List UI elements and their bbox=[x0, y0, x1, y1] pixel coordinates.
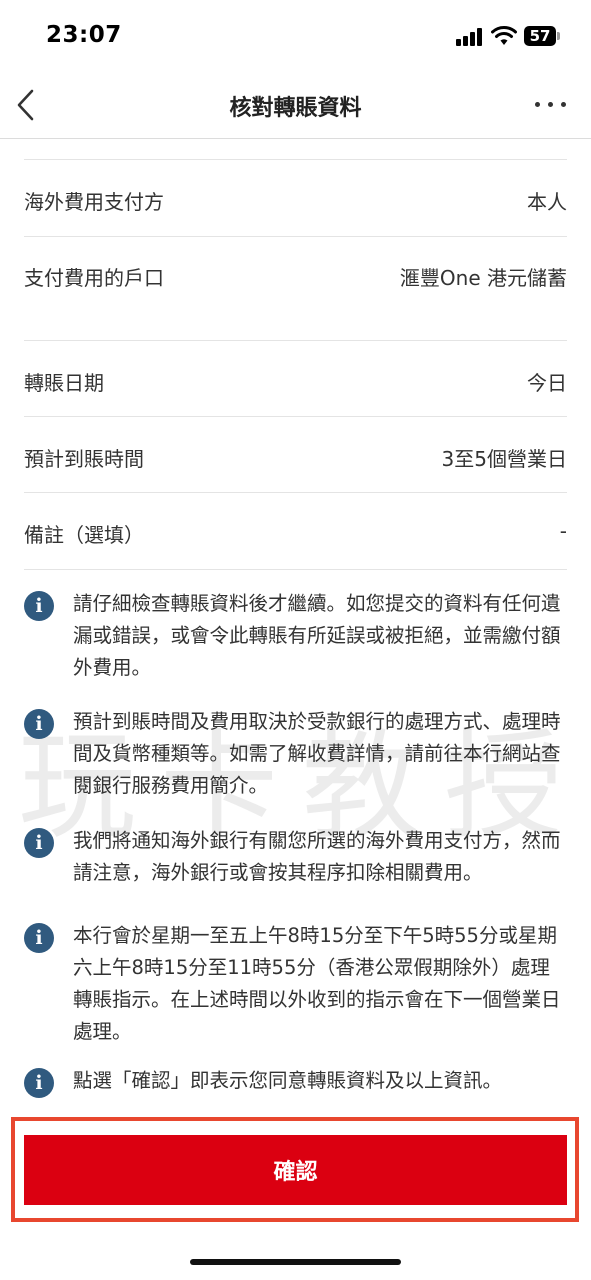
more-options-icon[interactable] bbox=[530, 96, 570, 112]
info-icon: i bbox=[24, 709, 54, 739]
status-bar: 23:07 57 bbox=[0, 0, 591, 72]
row-label: 預計到賬時間 bbox=[24, 447, 144, 471]
info-icon: i bbox=[24, 923, 54, 953]
divider bbox=[24, 159, 567, 160]
note-text: 點選「確認」即表示您同意轉賬資料及以上資訊。 bbox=[73, 1069, 503, 1092]
row-label: 轉賬日期 bbox=[24, 371, 104, 395]
battery-icon: 57 bbox=[524, 26, 556, 46]
detail-row-fee-account: 支付費用的戶口 滙豐One 港元儲蓄 bbox=[24, 256, 567, 296]
row-value: 3至5個營業日 bbox=[441, 447, 567, 471]
page-title: 核對轉賬資料 bbox=[229, 96, 362, 121]
row-value: 滙豐One 港元儲蓄 bbox=[399, 266, 567, 290]
divider bbox=[24, 492, 567, 493]
note-text: 我們將通知海外銀行有關您所選的海外費用支付方，然而請注意，海外銀行或會按其程序扣… bbox=[73, 829, 561, 884]
note-text: 請仔細檢查轉賬資料後才繼續。如您提交的資料有任何遺漏或錯誤，或會令此轉賬有所延誤… bbox=[73, 592, 561, 679]
divider bbox=[24, 236, 567, 237]
divider bbox=[24, 340, 567, 341]
detail-row-remarks: 備註（選填） - bbox=[24, 513, 567, 553]
wifi-icon bbox=[491, 26, 517, 45]
detail-row-arrival-time: 預計到賬時間 3至5個營業日 bbox=[24, 437, 567, 477]
info-icon: i bbox=[24, 591, 54, 621]
info-icon: i bbox=[24, 1068, 54, 1098]
divider bbox=[24, 569, 567, 570]
detail-row-fee-payer: 海外費用支付方 本人 bbox=[24, 180, 567, 220]
note-text: 本行會於星期一至五上午8時15分至下午5時55分或星期六上午8時15分至11時5… bbox=[73, 924, 561, 1043]
divider bbox=[24, 416, 567, 417]
note-text: 預計到賬時間及費用取決於受款銀行的處理方式、處理時間及貨幣種類等。如需了解收費詳… bbox=[73, 710, 561, 797]
confirm-button[interactable]: 確認 bbox=[24, 1135, 567, 1205]
battery-cap bbox=[557, 32, 560, 40]
info-icon: i bbox=[24, 828, 54, 858]
cellular-signal-icon bbox=[456, 28, 486, 46]
nav-bar: 核對轉賬資料 bbox=[0, 72, 591, 139]
status-time: 23:07 bbox=[46, 22, 122, 48]
row-value: 本人 bbox=[527, 190, 567, 214]
row-label: 海外費用支付方 bbox=[24, 190, 164, 214]
detail-row-transfer-date: 轉賬日期 今日 bbox=[24, 361, 567, 401]
row-label: 備註（選填） bbox=[24, 523, 144, 547]
home-indicator bbox=[190, 1259, 401, 1265]
row-value: 今日 bbox=[527, 371, 567, 395]
row-value: - bbox=[559, 519, 567, 543]
row-label: 支付費用的戶口 bbox=[24, 266, 164, 290]
